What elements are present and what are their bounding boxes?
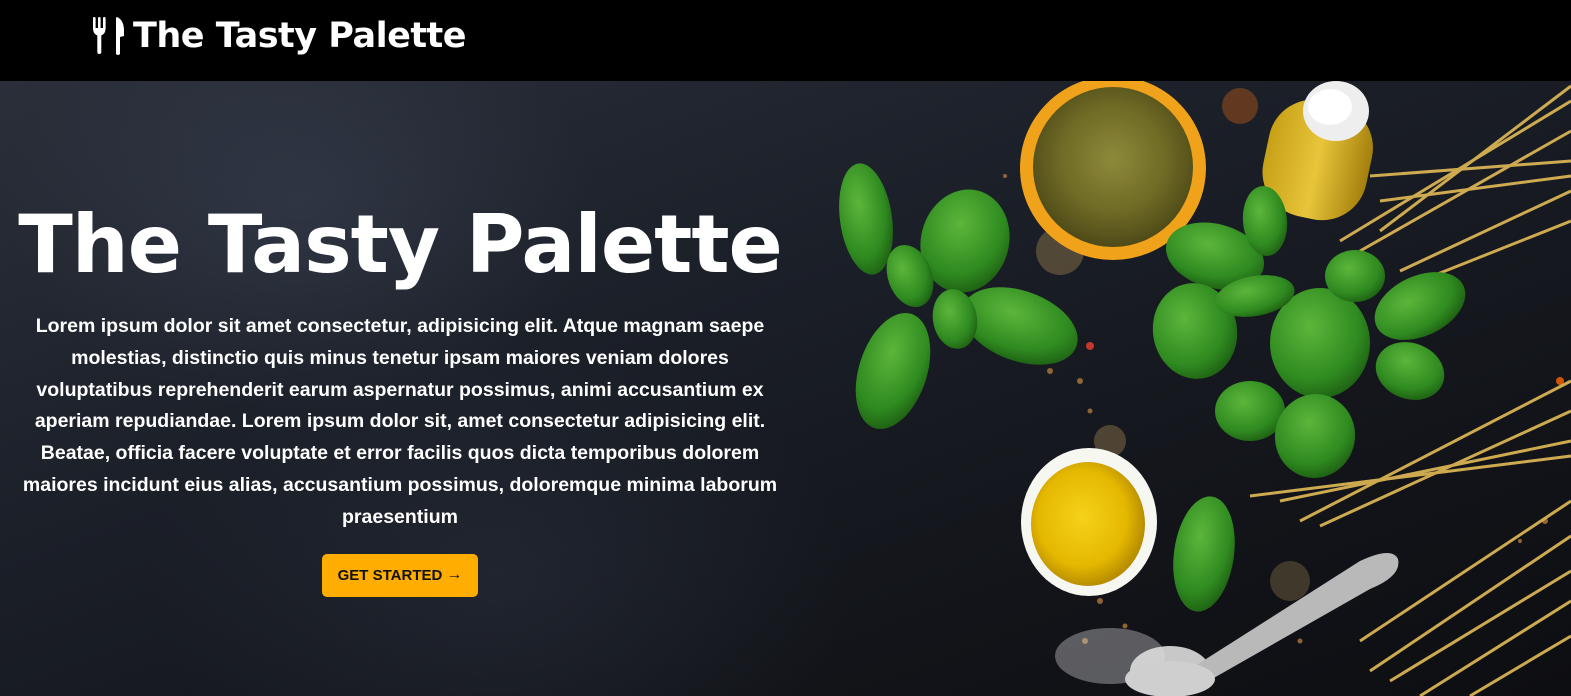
get-started-button[interactable]: GET STARTED →: [321, 553, 479, 597]
hero-title: The Tasty Palette: [18, 198, 783, 291]
hero-description: Lorem ipsum dolor sit amet consectetur, …: [22, 315, 778, 528]
utensils-icon: [93, 17, 124, 55]
arrow-right-icon: →: [446, 566, 463, 584]
brand-logo-link[interactable]: The Tasty Palette: [91, 10, 467, 62]
hero-section: The Tasty Palette Lorem ipsum dolor sit …: [0, 81, 1571, 696]
get-started-label: GET STARTED: [337, 566, 443, 584]
brand-name: The Tasty Palette: [133, 15, 467, 56]
navbar: The Tasty Palette: [0, 0, 1571, 81]
hero-content: The Tasty Palette Lorem ipsum dolor sit …: [15, 201, 785, 597]
